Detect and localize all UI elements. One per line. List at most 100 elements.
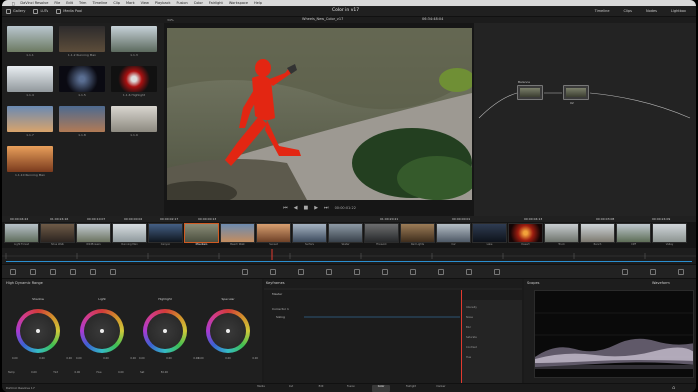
gallery-still[interactable]: [111, 106, 157, 132]
scope-type-select[interactable]: Waveform: [652, 281, 670, 285]
gallery-still[interactable]: [7, 66, 53, 92]
keyframes-icon[interactable]: [622, 269, 628, 275]
wheel-value[interactable]: 0.00: [12, 357, 18, 360]
menu-file[interactable]: File: [54, 1, 60, 5]
color-warper-icon[interactable]: [270, 269, 276, 275]
menu-app-name[interactable]: DaVinci Resolve: [20, 1, 48, 5]
highlight-wheel[interactable]: [143, 309, 187, 353]
scopes-icon[interactable]: [650, 269, 656, 275]
menu-clip[interactable]: Clip: [113, 1, 120, 5]
wheel-value[interactable]: 0.00: [66, 357, 72, 360]
clip-thumbnail[interactable]: [292, 223, 327, 243]
node-editor[interactable]: Balance 02: [474, 23, 696, 216]
media-pool-toggle[interactable]: Media Pool: [56, 8, 82, 14]
light-wheel[interactable]: [80, 309, 124, 353]
clip-thumbnail[interactable]: [472, 223, 507, 243]
clip-thumbnail[interactable]: [148, 223, 183, 243]
clip-thumbnail-selected[interactable]: [184, 223, 219, 243]
wheel-value[interactable]: 0.00: [252, 357, 258, 360]
gallery-toggle[interactable]: Gallery: [6, 8, 25, 14]
3d-icon[interactable]: [494, 269, 500, 275]
tracker-icon[interactable]: [354, 269, 360, 275]
gallery-still[interactable]: [111, 26, 157, 52]
specular-wheel[interactable]: [206, 309, 250, 353]
page-tab-deliver[interactable]: Deliver: [432, 385, 450, 392]
wheel-value[interactable]: 0.00: [103, 357, 109, 360]
qualifier-icon[interactable]: [298, 269, 304, 275]
wheel-value[interactable]: 0.00: [130, 357, 136, 360]
camera-raw-icon[interactable]: [10, 269, 16, 275]
stop-icon[interactable]: ■: [303, 205, 308, 211]
clip-thumbnail[interactable]: [364, 223, 399, 243]
clip-thumbnail[interactable]: [436, 223, 471, 243]
clip-thumbnail[interactable]: [652, 223, 687, 243]
clip-thumbnail[interactable]: [256, 223, 291, 243]
sat-value[interactable]: 50.00: [161, 371, 168, 374]
gallery-still[interactable]: [7, 106, 53, 132]
page-tab-color[interactable]: Color: [372, 385, 390, 392]
clip-thumbnail[interactable]: [544, 223, 579, 243]
menu-timeline[interactable]: Timeline: [92, 1, 107, 5]
page-tab-fairlight[interactable]: Fairlight: [402, 385, 420, 392]
skip-back-icon[interactable]: ⏮: [283, 205, 288, 211]
wheel-value[interactable]: 0.00: [166, 357, 172, 360]
clip-thumbnail[interactable]: [616, 223, 651, 243]
menu-fusion[interactable]: Fusion: [177, 1, 188, 5]
luts-toggle[interactable]: LUTs: [33, 8, 48, 14]
info-icon[interactable]: [678, 269, 684, 275]
hue-value[interactable]: 0.00: [118, 371, 124, 374]
blur-icon[interactable]: [410, 269, 416, 275]
color-node-2[interactable]: [563, 85, 589, 100]
gallery-still[interactable]: [7, 146, 53, 172]
curves-icon[interactable]: [242, 269, 248, 275]
wheel-puck[interactable]: [163, 329, 167, 333]
wheel-puck[interactable]: [36, 329, 40, 333]
menu-view[interactable]: View: [141, 1, 149, 5]
wheel-value[interactable]: 0.00: [225, 357, 231, 360]
menu-help[interactable]: Help: [254, 1, 262, 5]
apple-icon[interactable]: : [12, 1, 14, 6]
menu-color[interactable]: Color: [194, 1, 203, 5]
clip-thumbnail[interactable]: [76, 223, 111, 243]
gallery-still[interactable]: [59, 66, 105, 92]
window-icon[interactable]: [326, 269, 332, 275]
clips-toggle[interactable]: Clips: [624, 9, 632, 13]
color-node-1[interactable]: [517, 85, 543, 100]
clip-thumbnail[interactable]: [580, 223, 615, 243]
menu-trim[interactable]: Trim: [79, 1, 86, 5]
hdr-wheels-icon[interactable]: [70, 269, 76, 275]
wheel-puck[interactable]: [226, 329, 230, 333]
menu-mark[interactable]: Mark: [126, 1, 135, 5]
menu-fairlight[interactable]: Fairlight: [209, 1, 223, 5]
timeline-toggle[interactable]: Timeline: [595, 9, 610, 13]
clip-thumbnail[interactable]: [4, 223, 39, 243]
viewer-image[interactable]: [167, 28, 472, 200]
key-icon[interactable]: [438, 269, 444, 275]
clip-thumbnail[interactable]: [112, 223, 147, 243]
skip-forward-icon[interactable]: ⏭: [324, 205, 329, 211]
menu-playback[interactable]: Playback: [155, 1, 171, 5]
lightbox-toggle[interactable]: Lightbox: [671, 9, 686, 13]
gallery-still[interactable]: [7, 26, 53, 52]
color-wheels-icon[interactable]: [50, 269, 56, 275]
page-tab-cut[interactable]: Cut: [282, 385, 300, 392]
clip-thumbnail[interactable]: [220, 223, 255, 243]
clip-thumbnail[interactable]: [508, 223, 543, 243]
rgb-mixer-icon[interactable]: [90, 269, 96, 275]
page-tab-edit[interactable]: Edit: [312, 385, 330, 392]
tint-value[interactable]: 0.00: [74, 371, 80, 374]
clip-thumbnail[interactable]: [328, 223, 363, 243]
menu-edit[interactable]: Edit: [66, 1, 73, 5]
home-icon[interactable]: ⌂: [672, 385, 675, 391]
menu-workspace[interactable]: Workspace: [229, 1, 248, 5]
shadow-wheel[interactable]: [16, 309, 60, 353]
viewer-zoom[interactable]: 34%: [167, 18, 174, 22]
clip-thumbnail[interactable]: [400, 223, 435, 243]
gallery-still[interactable]: [59, 26, 105, 52]
mini-timeline[interactable]: [2, 248, 696, 264]
play-reverse-icon[interactable]: ◀: [294, 205, 298, 211]
wheel-value[interactable]: 0.00: [76, 357, 82, 360]
temp-value[interactable]: 0.00: [31, 371, 37, 374]
page-tab-media[interactable]: Media: [252, 385, 270, 392]
nodes-toggle[interactable]: Nodes: [646, 9, 657, 13]
